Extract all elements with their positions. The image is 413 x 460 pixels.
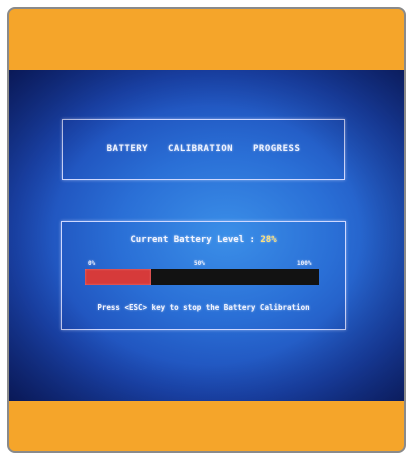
calibration-progress-bar: [85, 269, 319, 285]
calibration-title: BATTERY CALIBRATION PROGRESS: [106, 144, 301, 154]
progress-tick-start: 0%: [88, 260, 96, 267]
calibration-progress-fill: [85, 269, 151, 285]
battery-level-line: Current Battery Level : 28%: [62, 235, 345, 245]
calibration-panel: Current Battery Level : 28% 0% 50% 100% …: [61, 221, 346, 330]
esc-instruction: Press <ESC> key to stop the Battery Cali…: [97, 303, 310, 312]
photo-frame: BATTERY CALIBRATION PROGRESS Current Bat…: [7, 7, 406, 453]
progress-tick-end: 100%: [297, 260, 312, 267]
battery-level-label: Current Battery Level :: [130, 235, 255, 245]
title-panel: BATTERY CALIBRATION PROGRESS: [62, 119, 345, 180]
progress-tick-mid: 50%: [194, 260, 205, 267]
bios-screen: BATTERY CALIBRATION PROGRESS Current Bat…: [9, 70, 404, 401]
battery-level-value: 28%: [260, 235, 277, 245]
